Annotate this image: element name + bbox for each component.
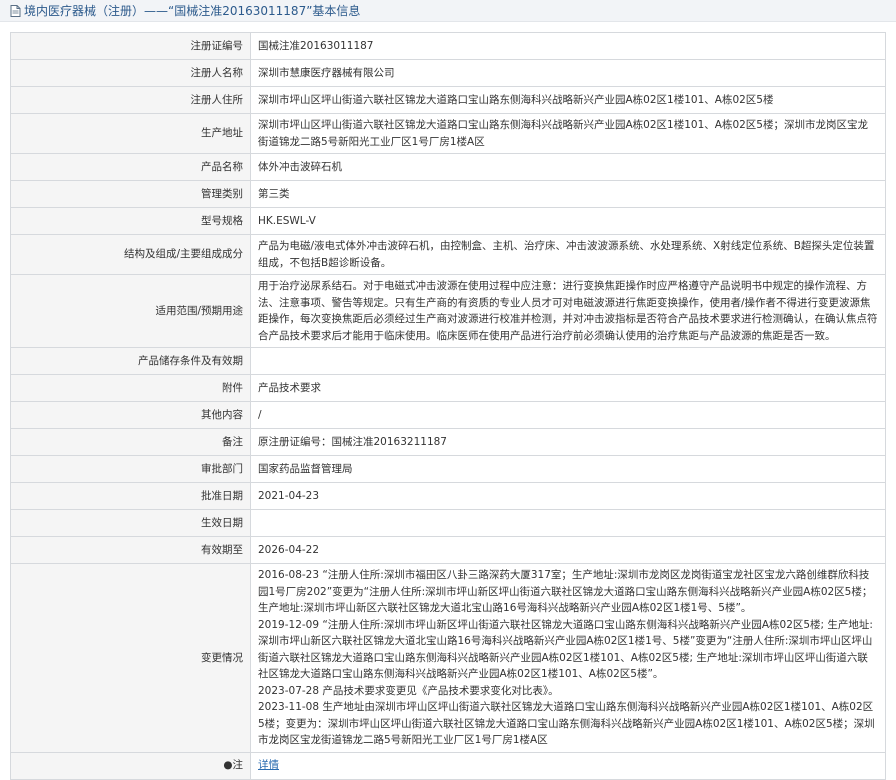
row-value: 国械注准20163011187 <box>250 32 886 60</box>
table-row: 附件 产品技术要求 <box>10 374 886 402</box>
table-row-changes: 变更情况 2016-08-23 “注册人住所:深圳市福田区八卦三路深药大厦317… <box>10 563 886 753</box>
page-header: 境内医疗器械（注册）——“国械注准20163011187”基本信息 <box>0 0 896 22</box>
change-entry: 2023-07-28 产品技术要求变更见《产品技术要求变化对比表》。 <box>258 684 559 697</box>
table-row: 批准日期 2021-04-23 <box>10 482 886 510</box>
table-row: 注册人名称 深圳市慧康医疗器械有限公司 <box>10 59 886 87</box>
change-entry: 2019-12-09 “注册人住所:深圳市坪山新区坪山街道六联社区锦龙大道路口宝… <box>258 618 873 681</box>
row-label: 注册人住所 <box>10 86 251 114</box>
row-value: 2021-04-23 <box>250 482 886 510</box>
table-row: 备注 原注册证编号：国械注准20163211187 <box>10 428 886 456</box>
row-label: ●注 <box>10 751 251 780</box>
table-row: 适用范围/预期用途 用于治疗泌尿系结石。对于电磁式冲击波源在使用过程中应注意：进… <box>10 274 886 348</box>
row-label: 型号规格 <box>10 207 251 235</box>
row-label: 注册人名称 <box>10 59 251 87</box>
row-value: / <box>250 401 886 429</box>
row-value: 国家药品监督管理局 <box>250 455 886 483</box>
row-label: 附件 <box>10 374 251 402</box>
row-value: 详情 <box>250 751 886 780</box>
row-value: 产品技术要求 <box>250 374 886 402</box>
row-value: 产品为电磁/液电式体外冲击波碎石机，由控制盒、主机、治疗床、冲击波波源系统、水处… <box>250 234 886 275</box>
details-link[interactable]: 详情 <box>258 759 279 771</box>
row-label: 产品储存条件及有效期 <box>10 347 251 375</box>
table-row: 产品名称 体外冲击波碎石机 <box>10 153 886 181</box>
row-value: 第三类 <box>250 180 886 208</box>
info-table: 注册证编号 国械注准20163011187 注册人名称 深圳市慧康医疗器械有限公… <box>10 32 886 780</box>
row-label: 生产地址 <box>10 113 251 154</box>
table-row: 生产地址 深圳市坪山区坪山街道六联社区锦龙大道路口宝山路东侧海科兴战略新兴产业园… <box>10 113 886 154</box>
table-row: 生效日期 <box>10 509 886 537</box>
row-value: 2026-04-22 <box>250 536 886 564</box>
table-row: 其他内容 / <box>10 401 886 429</box>
row-label: 管理类别 <box>10 180 251 208</box>
row-value: 体外冲击波碎石机 <box>250 153 886 181</box>
document-icon <box>10 4 21 17</box>
row-value <box>250 509 886 537</box>
row-label: 批准日期 <box>10 482 251 510</box>
table-row: 管理类别 第三类 <box>10 180 886 208</box>
row-label: 变更情况 <box>10 563 251 753</box>
table-row: 审批部门 国家药品监督管理局 <box>10 455 886 483</box>
row-value: 用于治疗泌尿系结石。对于电磁式冲击波源在使用过程中应注意：进行变换焦距操作时应严… <box>250 274 886 348</box>
change-entry: 2016-08-23 “注册人住所:深圳市福田区八卦三路深药大厦317室；生产地… <box>258 569 873 614</box>
row-label: 审批部门 <box>10 455 251 483</box>
changes-value: 2016-08-23 “注册人住所:深圳市福田区八卦三路深药大厦317室；生产地… <box>250 563 886 753</box>
row-label: 注册证编号 <box>10 32 251 60</box>
row-label: 生效日期 <box>10 509 251 537</box>
table-row: 注册人住所 深圳市坪山区坪山街道六联社区锦龙大道路口宝山路东侧海科兴战略新兴产业… <box>10 86 886 114</box>
row-value: HK.ESWL-V <box>250 207 886 235</box>
table-row-note: ●注 详情 <box>10 751 886 780</box>
row-value: 原注册证编号：国械注准20163211187 <box>250 428 886 456</box>
row-label: 其他内容 <box>10 401 251 429</box>
row-label: 备注 <box>10 428 251 456</box>
table-row: 注册证编号 国械注准20163011187 <box>10 32 886 60</box>
row-label: 适用范围/预期用途 <box>10 274 251 348</box>
row-label: 结构及组成/主要组成成分 <box>10 234 251 275</box>
table-row: 有效期至 2026-04-22 <box>10 536 886 564</box>
table-row: 结构及组成/主要组成成分 产品为电磁/液电式体外冲击波碎石机，由控制盒、主机、治… <box>10 234 886 275</box>
row-label: 产品名称 <box>10 153 251 181</box>
row-value <box>250 347 886 375</box>
page-title: 境内医疗器械（注册）——“国械注准20163011187”基本信息 <box>24 4 361 18</box>
row-value: 深圳市坪山区坪山街道六联社区锦龙大道路口宝山路东侧海科兴战略新兴产业园A栋02区… <box>250 113 886 154</box>
row-value: 深圳市慧康医疗器械有限公司 <box>250 59 886 87</box>
row-value: 深圳市坪山区坪山街道六联社区锦龙大道路口宝山路东侧海科兴战略新兴产业园A栋02区… <box>250 86 886 114</box>
table-row: 产品储存条件及有效期 <box>10 347 886 375</box>
change-entry: 2023-11-08 生产地址由深圳市坪山区坪山街道六联社区锦龙大道路口宝山路东… <box>258 701 875 746</box>
table-row: 型号规格 HK.ESWL-V <box>10 207 886 235</box>
row-label: 有效期至 <box>10 536 251 564</box>
